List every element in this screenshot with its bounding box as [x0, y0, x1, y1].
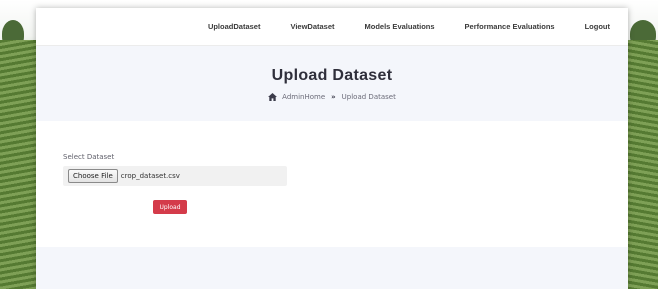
upload-button[interactable]: Upload — [153, 200, 187, 214]
page-header: Upload Dataset AdminHome » Upload Datase… — [36, 46, 628, 121]
selected-file-name: crop_dataset.csv — [120, 172, 180, 180]
upload-form-section: Select Dataset Choose File crop_dataset.… — [36, 121, 628, 247]
breadcrumb-home-link[interactable]: AdminHome — [282, 93, 325, 101]
nav-upload-dataset[interactable]: UploadDataset — [208, 22, 261, 31]
page-container: UploadDataset ViewDataset Models Evaluat… — [36, 8, 628, 289]
background-field-right — [624, 40, 658, 289]
choose-file-button[interactable]: Choose File — [68, 169, 118, 183]
footer-band — [36, 247, 628, 289]
top-navbar: UploadDataset ViewDataset Models Evaluat… — [36, 8, 628, 46]
file-input[interactable]: Choose File crop_dataset.csv — [63, 166, 287, 186]
home-icon — [268, 92, 278, 101]
background-field-left — [0, 40, 40, 289]
nav-logout[interactable]: Logout — [585, 22, 610, 31]
breadcrumb: AdminHome » Upload Dataset — [268, 92, 396, 101]
nav-performance-evaluations[interactable]: Performance Evaluations — [465, 22, 555, 31]
select-dataset-label: Select Dataset — [63, 153, 115, 161]
double-chevron-right-icon: » — [331, 92, 336, 101]
breadcrumb-current: Upload Dataset — [341, 92, 396, 101]
page-title: Upload Dataset — [271, 66, 393, 84]
nav-view-dataset[interactable]: ViewDataset — [290, 22, 334, 31]
nav-models-evaluations[interactable]: Models Evaluations — [365, 22, 435, 31]
